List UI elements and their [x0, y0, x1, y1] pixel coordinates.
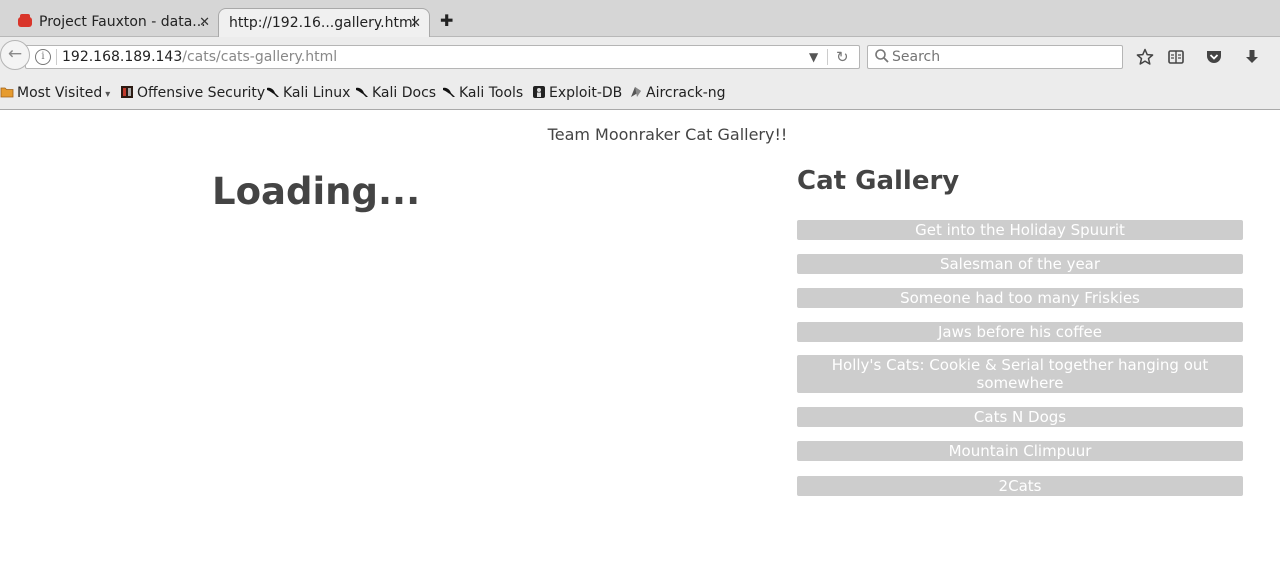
loading-text: Loading...: [212, 170, 421, 213]
folder-icon: [0, 87, 14, 98]
new-tab-icon[interactable]: ✚: [440, 11, 453, 30]
tab-strip: Project Fauxton - data... ✕ http://192.1…: [0, 0, 1280, 38]
search-icon: [875, 49, 889, 63]
bookmark-offensive-security[interactable]: Offensive Security: [120, 77, 265, 109]
bookmark-label: Kali Tools: [459, 85, 524, 101]
bookmark-label: Kali Docs: [372, 85, 437, 101]
url-bar[interactable]: i 192.168.189.143/cats/cats-gallery.html…: [25, 45, 860, 69]
offsec-icon: [121, 86, 133, 98]
site-title: Team Moonraker Cat Gallery!!: [547, 125, 788, 144]
kali-dragon-icon: [267, 87, 279, 97]
bookmark-label: Kali Linux: [283, 85, 351, 101]
bookmark-label: Exploit-DB: [549, 85, 623, 101]
bookmark-kali-docs[interactable]: Kali Docs: [355, 77, 436, 109]
info-icon[interactable]: i: [35, 49, 51, 65]
tab-label: http://192.16...gallery.html: [229, 15, 417, 31]
tab-label: Project Fauxton - data...: [39, 14, 206, 30]
navigation-bar: i 192.168.189.143/cats/cats-gallery.html…: [0, 37, 1280, 77]
bookmark-kali-linux[interactable]: Kali Linux: [266, 77, 350, 109]
close-tab-icon[interactable]: ✕: [410, 9, 421, 38]
kali-dragon-icon: [356, 87, 368, 97]
couchdb-icon: [18, 14, 32, 27]
bookmark-exploit-db[interactable]: Exploit-DB: [532, 77, 622, 109]
search-bar[interactable]: [867, 45, 1123, 69]
back-button[interactable]: ←: [0, 40, 30, 70]
bookmark-kali-tools[interactable]: Kali Tools: [442, 77, 523, 109]
gallery-item-button[interactable]: Cats N Dogs: [797, 407, 1243, 427]
url-text[interactable]: 192.168.189.143/cats/cats-gallery.html: [62, 46, 337, 68]
gallery-item-button[interactable]: Get into the Holiday Spuurit: [797, 220, 1243, 240]
reload-icon[interactable]: ↻: [836, 46, 849, 68]
search-input[interactable]: [892, 47, 1112, 67]
chevron-down-icon: ▾: [105, 89, 111, 100]
gallery-item-button[interactable]: Holly's Cats: Cookie & Serial together h…: [797, 355, 1243, 393]
divider: [56, 49, 57, 65]
bookmarks-toolbar: Most Visited ▾ Offensive Security Kali Li…: [0, 77, 1280, 110]
kali-dragon-icon: [443, 87, 455, 97]
url-path: /cats/cats-gallery.html: [182, 49, 338, 65]
divider: [827, 49, 828, 65]
page-content: Team Moonraker Cat Gallery!! Loading... …: [0, 110, 1280, 584]
bookmark-label: Most Visited: [17, 85, 103, 101]
close-tab-icon[interactable]: ✕: [199, 8, 210, 37]
url-host: 192.168.189.143: [62, 49, 183, 65]
bookmark-aircrack-ng[interactable]: Aircrack-ng: [629, 77, 726, 109]
gallery-title: Cat Gallery: [797, 166, 960, 196]
gallery-item-button[interactable]: Jaws before his coffee: [797, 322, 1243, 342]
pocket-icon[interactable]: [1205, 48, 1223, 66]
bookmark-star-icon[interactable]: [1136, 48, 1154, 66]
gallery-item-button[interactable]: Mountain Climpuur: [797, 441, 1243, 461]
history-dropdown-icon[interactable]: ▼: [809, 46, 818, 68]
bookmark-label: Offensive Security: [137, 85, 266, 101]
aircrack-icon: [631, 87, 641, 97]
gallery-item-button[interactable]: 2Cats: [797, 476, 1243, 496]
tab-cats-gallery[interactable]: http://192.16...gallery.html ✕: [218, 8, 430, 38]
gallery-item-button[interactable]: Salesman of the year: [797, 254, 1243, 274]
download-icon[interactable]: [1243, 48, 1261, 66]
gallery-item-button[interactable]: Someone had too many Friskies: [797, 288, 1243, 308]
exploitdb-icon: [533, 86, 545, 98]
tab-project-fauxton[interactable]: Project Fauxton - data... ✕: [10, 8, 218, 37]
reading-list-icon[interactable]: [1167, 48, 1185, 66]
bookmark-most-visited[interactable]: Most Visited ▾: [0, 77, 110, 109]
bookmark-label: Aircrack-ng: [646, 85, 726, 101]
